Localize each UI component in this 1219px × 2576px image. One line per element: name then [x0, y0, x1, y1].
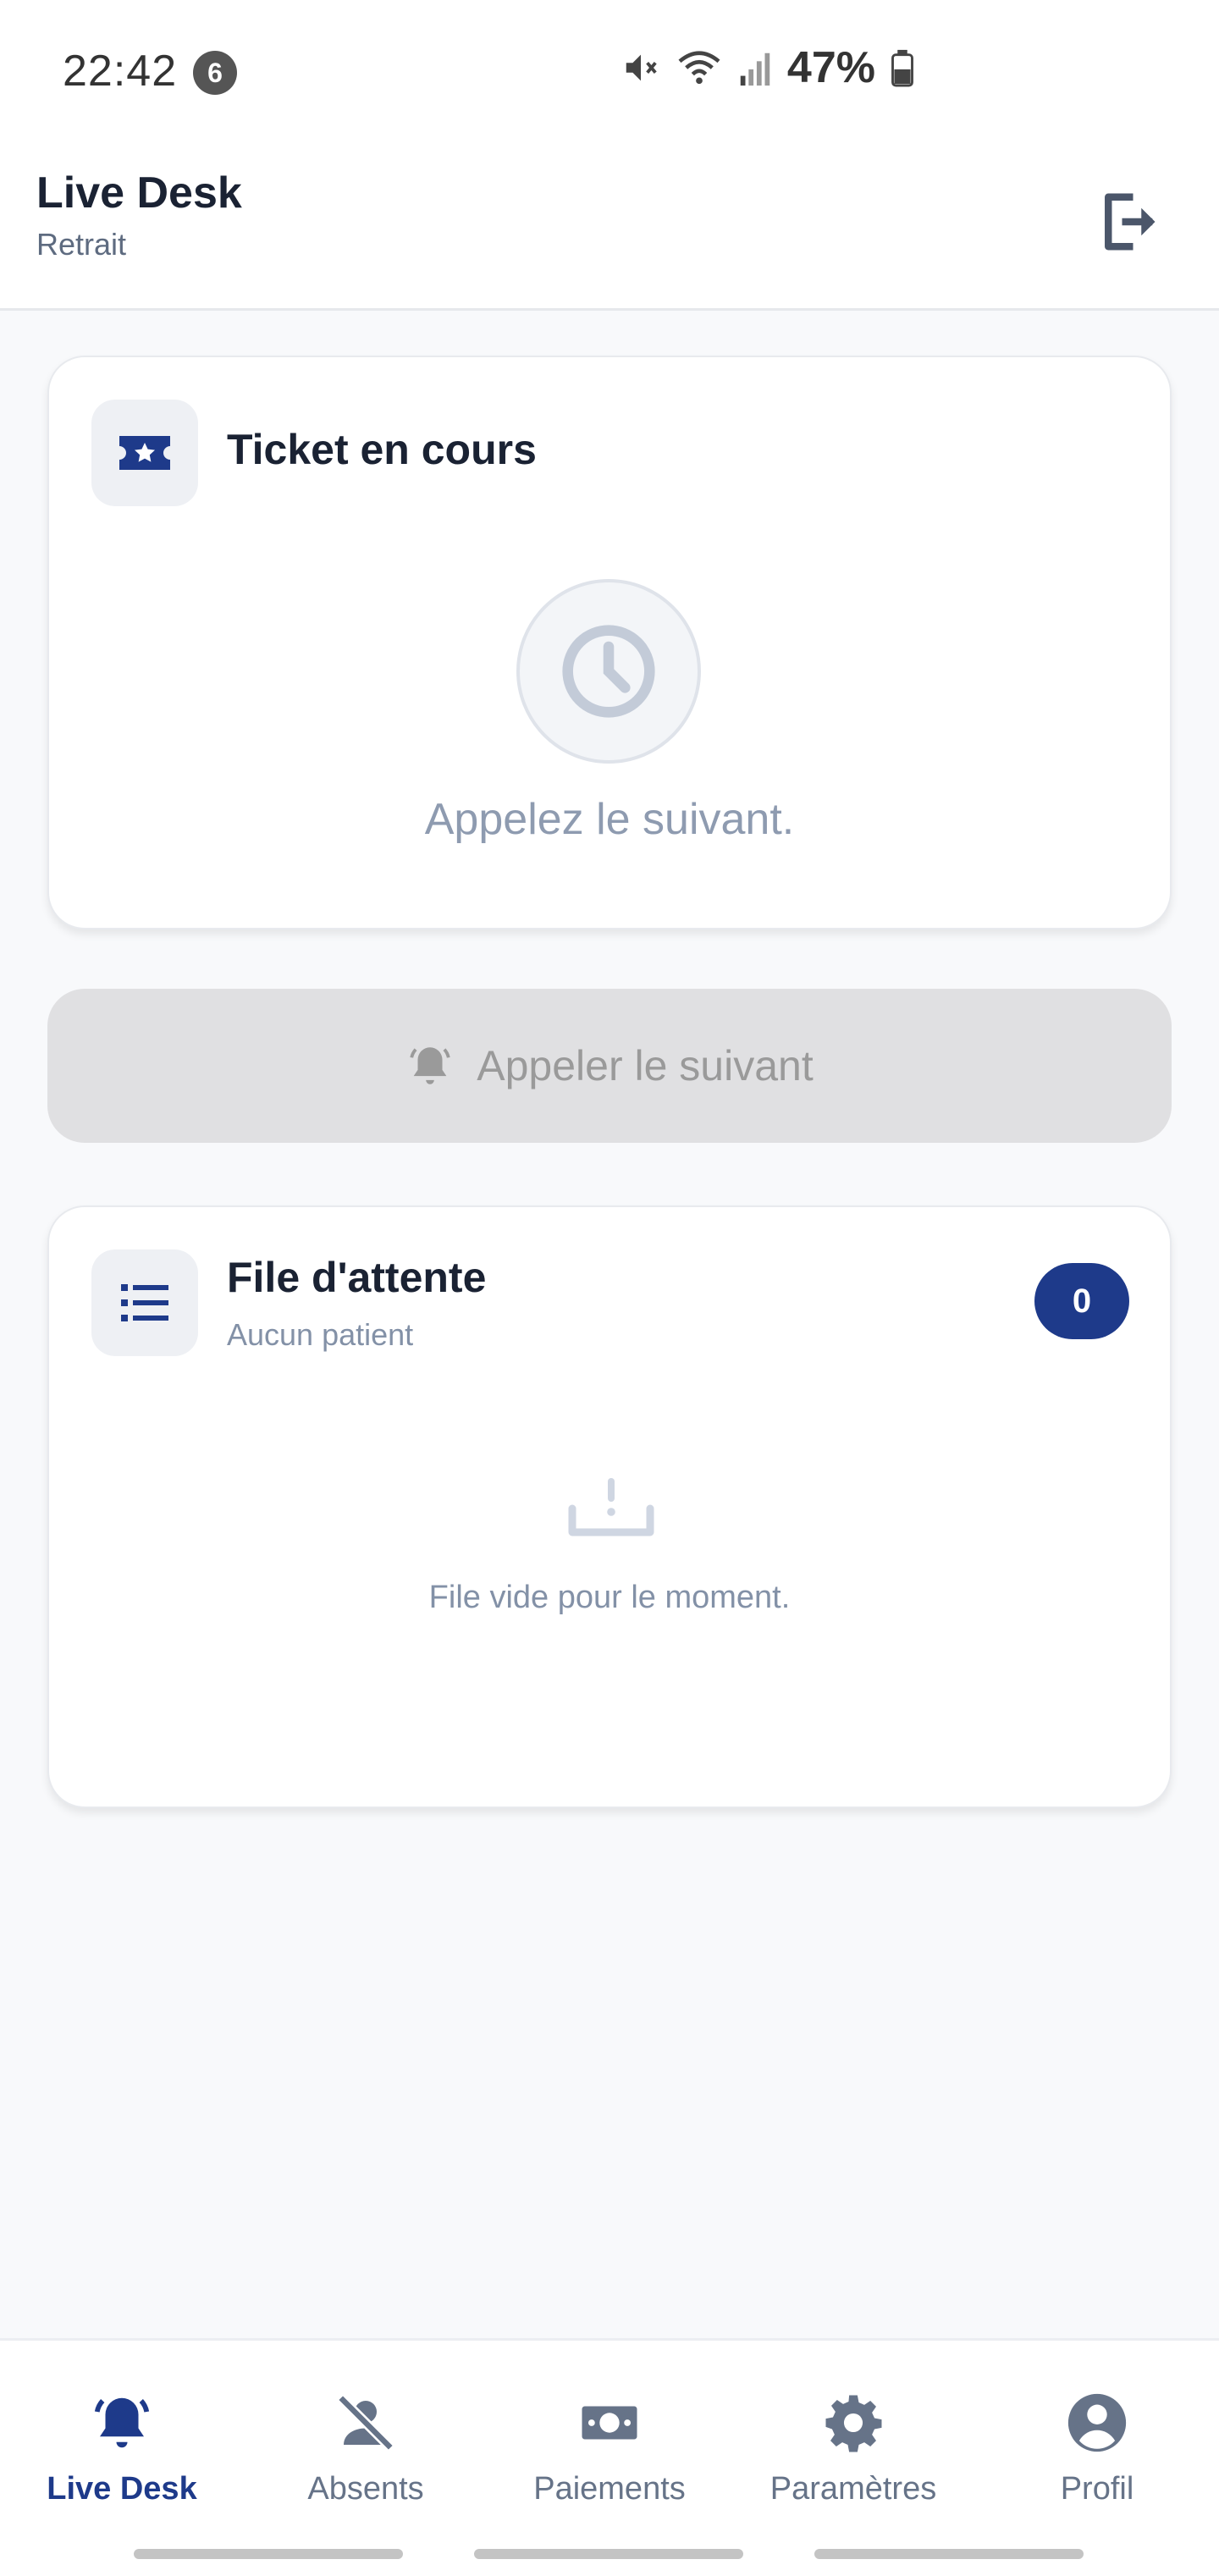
- gesture-bar-back[interactable]: [814, 2549, 1084, 2559]
- clock-icon: [562, 625, 655, 718]
- logout-icon: [1105, 193, 1156, 251]
- ticket-card-title: Ticket en cours: [227, 426, 537, 473]
- nav-item-absents[interactable]: Absents: [244, 2390, 488, 2507]
- bell-ring-icon: [410, 1047, 450, 1084]
- empty-inbox-icon: [568, 1478, 654, 1536]
- nav-label: Paramètres: [769, 2471, 937, 2507]
- nav-label: Absents: [307, 2471, 424, 2507]
- gear-icon: [825, 2395, 882, 2452]
- list-icon: [121, 1284, 168, 1321]
- clock-illustration: [516, 579, 701, 764]
- nav-item-profil[interactable]: Profil: [975, 2390, 1219, 2507]
- queue-card-subtitle: Aucun patient: [227, 1317, 414, 1352]
- queue-card: File d'attente Aucun patient 0 File vide…: [47, 1205, 1172, 1808]
- person-off-icon: [337, 2394, 394, 2452]
- gesture-bar-recent[interactable]: [134, 2549, 403, 2559]
- battery-percent: 47%: [786, 43, 875, 92]
- signal-icon: [740, 52, 770, 86]
- nav-label: Profil: [1060, 2471, 1134, 2507]
- ticket-icon-box: [91, 400, 198, 506]
- app-header: Live Desk Retrait: [0, 149, 1219, 311]
- call-next-button[interactable]: Appeler le suivant: [47, 989, 1172, 1143]
- logout-button[interactable]: [1087, 181, 1168, 262]
- queue-count-badge: 0: [1034, 1263, 1129, 1339]
- notification-count-badge: 6: [193, 51, 237, 95]
- money-icon: [582, 2406, 637, 2440]
- status-time: 22:42: [63, 47, 178, 96]
- bottom-navigation: Live Desk Absents Paiements Paramètres P…: [0, 2338, 1219, 2576]
- wifi-icon: [678, 51, 720, 85]
- queue-icon-box: [91, 1249, 198, 1356]
- nav-item-live-desk[interactable]: Live Desk: [0, 2390, 244, 2507]
- mute-icon: [626, 54, 657, 81]
- queue-empty-message: File vide pour le moment.: [428, 1580, 791, 1615]
- call-next-label: Appeler le suivant: [477, 1042, 814, 1089]
- queue-card-title: File d'attente: [227, 1254, 487, 1301]
- account-circle-icon: [1067, 2393, 1127, 2452]
- page-title: Live Desk: [36, 168, 242, 218]
- status-icons: 47%: [621, 42, 914, 93]
- ticket-icon: [119, 436, 170, 470]
- page-subtitle: Retrait: [36, 227, 127, 262]
- status-bar: 22:42 6 47%: [0, 0, 1219, 149]
- current-ticket-card: Ticket en cours Appelez le suivant.: [47, 356, 1172, 929]
- ticket-empty-message: Appelez le suivant.: [424, 795, 795, 844]
- gesture-bar-home[interactable]: [474, 2549, 743, 2559]
- nav-label: Live Desk: [47, 2471, 197, 2507]
- nav-label: Paiements: [533, 2471, 686, 2507]
- bell-icon: [94, 2397, 150, 2448]
- battery-icon: [891, 49, 913, 87]
- nav-item-paiements[interactable]: Paiements: [488, 2390, 731, 2507]
- nav-item-parametres[interactable]: Paramètres: [731, 2390, 975, 2507]
